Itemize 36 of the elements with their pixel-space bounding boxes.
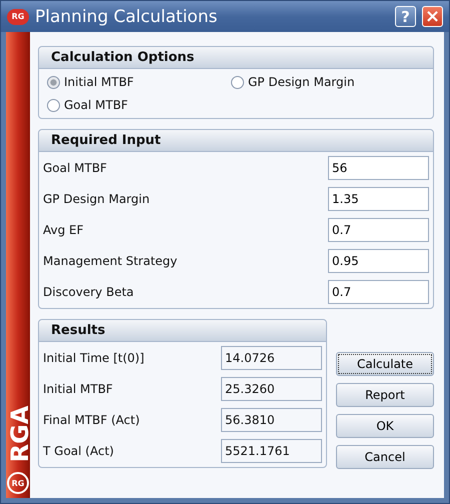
field-label: Management Strategy xyxy=(43,254,178,268)
result-value: 56.3810 xyxy=(221,408,322,432)
brand-logo: RG xyxy=(7,472,29,494)
result-value: 14.0726 xyxy=(221,346,322,370)
close-button[interactable]: × xyxy=(422,6,443,27)
input-field[interactable]: 0.7 xyxy=(328,280,429,304)
brand-text: RGA xyxy=(6,404,30,464)
result-label: T Goal (Act) xyxy=(43,444,114,458)
field-label: Goal MTBF xyxy=(43,161,107,175)
panel-header: Results xyxy=(39,320,326,342)
input-field[interactable]: 1.35 xyxy=(328,187,429,211)
field-label: Discovery Beta xyxy=(43,285,134,299)
result-label: Initial MTBF xyxy=(43,382,113,396)
dialog-button[interactable]: OK xyxy=(336,414,434,438)
panel-header: Calculation Options xyxy=(39,47,433,69)
app-logo: RG xyxy=(7,8,29,24)
window-title: Planning Calculations xyxy=(35,6,218,26)
field-label: GP Design Margin xyxy=(43,192,150,206)
radio-option[interactable]: Initial MTBF xyxy=(47,75,231,89)
radio-button[interactable] xyxy=(47,98,60,112)
result-label: Initial Time [t(0)] xyxy=(43,351,144,365)
field-label: Avg EF xyxy=(43,223,84,237)
result-value: 5521.1761 xyxy=(221,439,322,463)
dialog-button[interactable]: Cancel xyxy=(336,445,434,469)
panel-header: Required Input xyxy=(39,130,433,152)
input-field[interactable]: 0.7 xyxy=(328,218,429,242)
dialog-button[interactable]: Report xyxy=(336,383,434,407)
result-value: 25.3260 xyxy=(221,377,322,401)
radio-option[interactable]: Goal MTBF xyxy=(47,98,231,112)
radio-button[interactable] xyxy=(231,76,244,88)
radio-button[interactable] xyxy=(47,76,60,88)
input-field[interactable]: 56 xyxy=(328,156,429,180)
result-label: Final MTBF (Act) xyxy=(43,413,140,427)
radio-option[interactable]: GP Design Margin xyxy=(231,75,425,89)
dialog-button[interactable]: Calculate xyxy=(336,352,434,376)
input-field[interactable]: 0.95 xyxy=(328,249,429,273)
